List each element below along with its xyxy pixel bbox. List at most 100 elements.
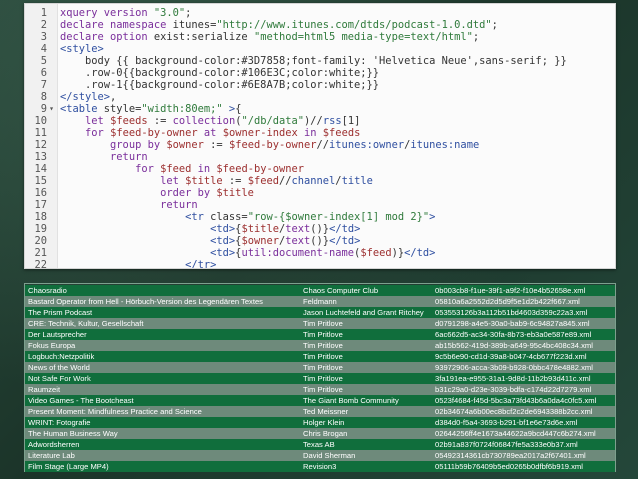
fold-toggle-icon[interactable]: ▾: [47, 103, 56, 115]
code-line[interactable]: 17 return: [25, 199, 615, 211]
table-row: News of the World Tim Pritlove 93972906-ac…: [25, 362, 615, 373]
code-line[interactable]: 11 for $feed-by-owner at $owner-index in…: [25, 127, 615, 139]
owner-cell: Tim Pritlove: [303, 363, 343, 372]
code-token: style=: [103, 103, 142, 115]
document-name-cell: 053553126b3a112b51bd4603d359c22a3.xml: [435, 308, 588, 317]
code-token: $feed-by-owner: [110, 127, 198, 139]
code-line[interactable]: 21 <td>{util:document-name($feed)}</td>: [25, 247, 615, 259]
code-token: $owner: [241, 235, 279, 247]
table-row: Film Stage (Large MP4) Revision3 05111b59b…: [25, 461, 615, 472]
code-token: ;: [491, 19, 498, 31]
code-line[interactable]: 4 <style>: [25, 43, 615, 55]
code-line[interactable]: 19 <td>{$title/text()}</td>: [25, 223, 615, 235]
code-line[interactable]: 12 group by $owner := $feed-by-owner//it…: [25, 139, 615, 151]
code-token: declare option: [60, 31, 154, 43]
table-row: Literature Lab David Sherman 05492314361cb…: [25, 450, 615, 461]
code-text: declare namespace itunes="http://www.itu…: [60, 19, 498, 31]
code-token: $feed-by-owner: [228, 139, 317, 151]
document-name-cell: 05111b59b76409b5ed0265b0dfbf6b919.xml: [435, 462, 583, 471]
table-row: Raumzeit Tim Pritlove b31c29a0-d23e-3039-b…: [25, 384, 615, 395]
code-editor[interactable]: 1 xquery version "3.0"; 2 declare namespace…: [24, 3, 616, 269]
line-number: 20: [34, 235, 47, 247]
code-text: <table style="width:80em;" >{: [60, 103, 241, 115]
code-token: itunes:name: [410, 139, 480, 151]
code-token: </td>: [329, 223, 361, 235]
table-row: Adwordsherren Texas AB 02b91a837f0724f0684…: [25, 439, 615, 450]
code-line[interactable]: 14 for $feed in $feed-by-owner: [25, 163, 615, 175]
code-text: <td>{$owner/text()}</td>: [60, 235, 360, 247]
code-token: $feeds: [322, 127, 361, 139]
podcast-title-cell: Raumzeit: [28, 385, 61, 394]
code-token: in: [191, 163, 217, 175]
podcast-title-cell: The Prism Podcast: [28, 308, 93, 317]
owner-cell: Tim Pritlove: [303, 319, 343, 328]
code-text: let $title := $feed//channel/title: [60, 175, 373, 187]
code-token: let: [85, 115, 111, 127]
code-token: $title: [241, 223, 279, 235]
code-token: "/db/data": [241, 115, 305, 127]
code-text: <td>{$title/text()}</td>: [60, 223, 360, 235]
line-number: 13: [34, 151, 47, 163]
code-token: let: [160, 175, 186, 187]
line-number: 19: [34, 223, 47, 235]
code-line[interactable]: 15 let $title := $feed//channel/title: [25, 175, 615, 187]
line-number: 10: [34, 115, 47, 127]
podcast-title-cell: Video Games - The Bootcheast: [28, 396, 134, 405]
results-table: Chaosradio Chaos Computer Club 0b003cb8-f1…: [24, 283, 616, 472]
document-name-cell: 02644256ff4e1673a44622a9bcd447c6b274.xml: [435, 429, 596, 438]
code-text: return: [60, 151, 148, 163]
code-token: >: [222, 103, 236, 115]
code-token: <tr: [185, 211, 211, 223]
code-token: :=: [222, 175, 248, 187]
code-line[interactable]: 9 ▾ <table style="width:80em;" >{: [25, 103, 615, 115]
code-line[interactable]: 8 </style>,: [25, 91, 615, 103]
code-token: <style>: [60, 43, 104, 55]
owner-cell: Texas AB: [303, 440, 335, 449]
code-line[interactable]: 18 <tr class="row-{$owner-index[1] mod 2…: [25, 211, 615, 223]
podcast-title-cell: The Human Business Way: [28, 429, 118, 438]
code-token: ;: [185, 7, 192, 19]
podcast-title-cell: Present Moment: Mindfulness Practice and…: [28, 407, 202, 416]
owner-cell: David Sherman: [303, 451, 356, 460]
code-line[interactable]: 22 </tr>: [25, 259, 615, 268]
code-line[interactable]: 13 return: [25, 151, 615, 163]
code-token: $feed: [160, 163, 192, 175]
code-token: </td>: [404, 247, 436, 259]
code-text: <td>{util:document-name($feed)}</td>: [60, 247, 435, 259]
code-token: <td>: [210, 223, 236, 235]
code-line[interactable]: 7 .row-1{{background-color:#6E8A7B;color…: [25, 79, 615, 91]
code-line[interactable]: 5 body {{ background-color:#3D7858;font-…: [25, 55, 615, 67]
document-name-cell: 3fa191ea-e955-31a1-9d8d-11b2b93d411c.xml: [435, 374, 591, 383]
code-token: $owner-index: [222, 127, 298, 139]
code-line[interactable]: 1 xquery version "3.0";: [25, 7, 615, 19]
code-line[interactable]: 3 declare option exist:serialize "method=…: [25, 31, 615, 43]
code-token: :=: [203, 139, 229, 151]
code-token: [1]: [341, 115, 361, 127]
podcast-title-cell: WRINT: Fotografie: [28, 418, 91, 427]
table-row: The Prism Podcast Jason Luchtefeld and Gr…: [25, 307, 615, 318]
podcast-title-cell: Chaosradio: [28, 286, 67, 295]
code-text: let $feeds := collection("/db/data")//rs…: [60, 115, 360, 127]
code-line[interactable]: 6 .row-0{{background-color:#106E3C;color…: [25, 67, 615, 79]
code-token: for: [135, 163, 161, 175]
document-name-cell: 93972906-acca-3b09-b928-0bbc478e4882.xml: [435, 363, 593, 372]
document-name-cell: b31c29a0-d23e-3039-bdfa-c174d22d7279.xml: [435, 385, 592, 394]
code-text: for $feed in $feed-by-owner: [60, 163, 304, 175]
owner-cell: Jason Luchtefeld and Grant Ritchey: [303, 308, 424, 317]
code-token: $feeds: [110, 115, 148, 127]
code-line[interactable]: 16 order by $title: [25, 187, 615, 199]
code-line[interactable]: 2 declare namespace itunes="http://www.it…: [25, 19, 615, 31]
code-token: title: [341, 175, 373, 187]
code-token: text: [285, 223, 311, 235]
line-number: 9: [40, 103, 47, 115]
code-line[interactable]: 10 let $feeds := collection("/db/data")/…: [25, 115, 615, 127]
document-name-cell: 05810a6a2552d2d5d9f5e1d2b422f667.xml: [435, 297, 580, 306]
code-text: .row-1{{background-color:#6E8A7B;color:w…: [60, 79, 379, 91]
owner-cell: Chris Brogan: [303, 429, 348, 438]
code-token: "row-{$owner-index[1] mod 2}": [247, 211, 430, 223]
code-token: order by: [160, 187, 217, 199]
code-line[interactable]: 20 <td>{$owner/text()}</td>: [25, 235, 615, 247]
